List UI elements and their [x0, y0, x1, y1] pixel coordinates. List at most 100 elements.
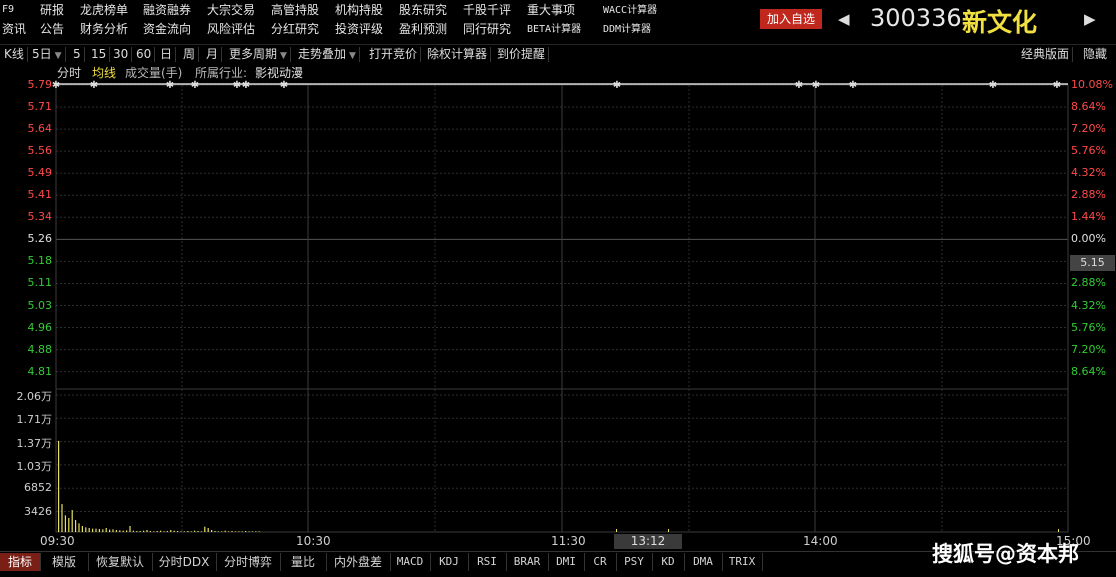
- volume-axis-label: 1.37万: [16, 436, 53, 450]
- volume-bar: [248, 531, 250, 532]
- indicator-tab[interactable]: 指标: [0, 553, 41, 571]
- volume-bar: [190, 531, 192, 532]
- indicator-tab[interactable]: 分时博弈: [216, 553, 281, 571]
- time-axis-label: 14:00: [803, 534, 838, 548]
- price-axis-label: 5.18: [27, 254, 53, 268]
- price-axis-label: 5.64: [27, 122, 53, 136]
- volume-bar: [234, 531, 236, 532]
- volume-bar: [102, 529, 104, 532]
- volume-bar: [143, 530, 145, 532]
- volume-bar: [211, 530, 213, 532]
- volume-bar: [200, 531, 202, 532]
- indicator-tab[interactable]: MACD: [390, 553, 431, 571]
- event-marker-icon: ✱: [812, 80, 820, 91]
- volume-bar: [132, 530, 134, 532]
- pct-axis-label: 4.32%: [1071, 298, 1106, 312]
- event-marker-icon: ✱: [613, 80, 621, 91]
- price-axis-label: 5.56: [27, 144, 53, 158]
- volume-bar: [71, 510, 73, 532]
- price-axis-label: 5.49: [27, 166, 53, 180]
- pct-axis-label: 1.44%: [1071, 210, 1106, 224]
- pct-axis-label: 8.64%: [1071, 100, 1106, 114]
- volume-bar: [255, 531, 257, 532]
- volume-bar: [75, 520, 77, 532]
- pct-axis-label: 8.64%: [1071, 364, 1106, 378]
- volume-bar: [183, 531, 185, 532]
- volume-bar: [170, 530, 172, 532]
- indicator-tab[interactable]: DMA: [684, 553, 723, 571]
- volume-bar: [112, 529, 114, 532]
- volume-bar: [95, 528, 97, 532]
- event-marker-icon: ✱: [242, 80, 250, 91]
- indicator-tab[interactable]: DMI: [548, 553, 585, 571]
- price-axis-label: 5.11: [27, 276, 53, 290]
- pct-axis-label: 7.20%: [1071, 122, 1106, 136]
- event-marker-icon: ✱: [989, 80, 997, 91]
- volume-bar: [251, 531, 253, 532]
- watermark: 搜狐号@资本邦: [932, 542, 1079, 566]
- indicator-tab[interactable]: KD: [652, 553, 685, 571]
- volume-bar: [139, 531, 141, 532]
- volume-bar: [156, 531, 158, 532]
- cursor-price-label: 5.15: [1070, 255, 1115, 271]
- volume-axis-label: 1.03万: [16, 459, 53, 473]
- volume-bar: [241, 531, 243, 532]
- indicator-tab[interactable]: 内外盘差: [326, 553, 391, 571]
- volume-bar: [163, 531, 165, 532]
- intraday-chart[interactable]: ✱ ✱ ✱ ✱ ✱ ✱ ✱ ✱ ✱ ✱ ✱ ✱ ✱: [0, 0, 1116, 577]
- cursor-time-label: 13:12: [614, 534, 682, 549]
- volume-bar: [224, 530, 226, 532]
- volume-bar: [228, 531, 230, 532]
- volume-bar: [64, 515, 66, 532]
- volume-bar: [78, 523, 80, 532]
- volume-axis-label: 1.71万: [16, 413, 53, 427]
- volume-bar: [136, 531, 138, 532]
- pct-axis-label: 2.88%: [1071, 276, 1106, 290]
- event-marker-icon: ✱: [166, 80, 174, 91]
- volume-bar: [245, 531, 247, 532]
- indicator-tab[interactable]: RSI: [468, 553, 507, 571]
- volume-bar: [187, 531, 189, 532]
- volume-bar: [207, 528, 209, 532]
- volume-bar: [115, 530, 117, 532]
- event-marker-icon: ✱: [1053, 80, 1061, 91]
- indicator-tab[interactable]: CR: [584, 553, 617, 571]
- volume-bar: [616, 529, 617, 532]
- pct-axis-label: 7.20%: [1071, 342, 1106, 356]
- volume-bar: [81, 526, 83, 532]
- volume-bar: [126, 530, 128, 532]
- indicator-tab[interactable]: BRAR: [506, 553, 549, 571]
- volume-bar: [92, 528, 94, 532]
- event-marker-icon: ✱: [280, 80, 288, 91]
- volume-bar: [88, 528, 90, 532]
- chart-grid: [55, 84, 1069, 533]
- volume-bar: [668, 529, 669, 532]
- volume-bar: [166, 531, 168, 532]
- price-axis-label: 5.03: [27, 298, 53, 312]
- pct-axis-label: 2.88%: [1071, 188, 1106, 202]
- indicator-tab[interactable]: 模版: [40, 553, 89, 571]
- event-marker-icon: ✱: [90, 80, 98, 91]
- indicator-tab[interactable]: KDJ: [430, 553, 469, 571]
- time-axis-label: 11:30: [551, 534, 586, 548]
- event-marker-icon: ✱: [191, 80, 199, 91]
- indicator-tab[interactable]: TRIX: [722, 553, 763, 571]
- time-axis-label: 10:30: [296, 534, 331, 548]
- indicator-tab[interactable]: 分时DDX: [152, 553, 217, 571]
- indicator-tab[interactable]: 恢复默认: [88, 553, 153, 571]
- volume-bar: [58, 440, 60, 532]
- volume-bar: [109, 529, 111, 532]
- volume-bar: [129, 526, 131, 532]
- price-axis-label: 5.79: [27, 78, 53, 91]
- event-marker-icon: ✱: [233, 80, 241, 91]
- event-marker-icon: ✱: [52, 80, 60, 91]
- indicator-tab[interactable]: 量比: [280, 553, 327, 571]
- volume-bar: [231, 531, 233, 532]
- time-axis-label: 09:30: [40, 534, 75, 548]
- volume-bar: [85, 527, 87, 532]
- price-axis-label: 5.34: [27, 210, 53, 224]
- volume-bar: [146, 530, 148, 532]
- indicator-tab[interactable]: PSY: [616, 553, 653, 571]
- volume-axis-label: 3426: [24, 504, 52, 518]
- volume-bars: [58, 440, 1059, 532]
